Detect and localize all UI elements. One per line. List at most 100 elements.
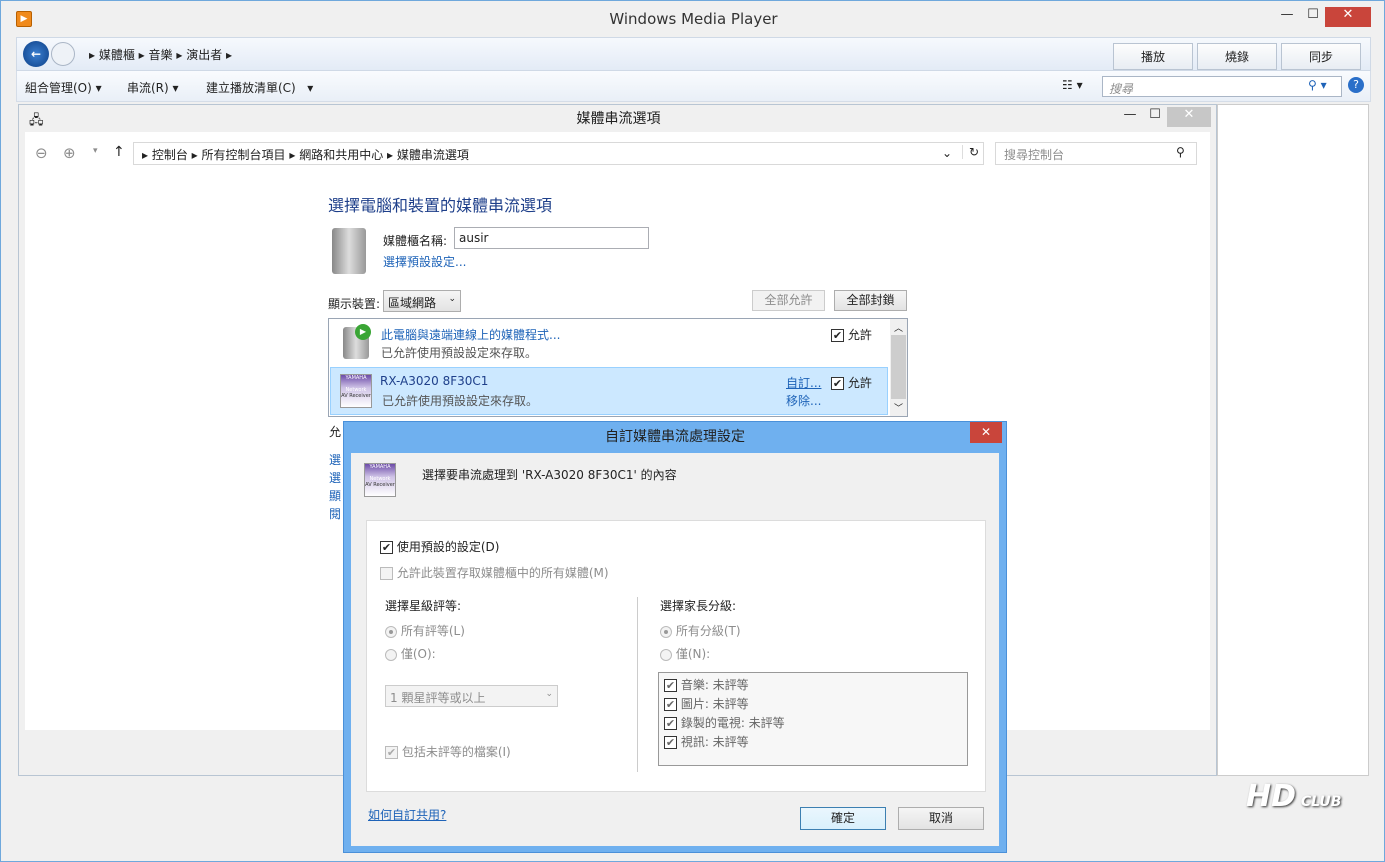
allow-all-button[interactable]: 全部允許 <box>752 290 825 311</box>
allow-all-media-checkbox[interactable]: 允許此裝置存取媒體櫃中的所有媒體(M) <box>380 564 609 581</box>
show-devices-select[interactable]: 區域網路 ⌄ <box>383 290 461 312</box>
parental-item-checkbox[interactable]: ✔ 錄製的電視: 未評等 <box>664 714 785 731</box>
cp-maximize-button[interactable]: ☐ <box>1141 107 1169 127</box>
maximize-button[interactable]: ☐ <box>1299 7 1327 27</box>
search-placeholder: 搜尋 <box>1109 82 1134 96</box>
star-rating-select[interactable]: 1 顆星評等或以上 ⌄ <box>385 685 558 707</box>
allow-label: 允許 <box>847 328 872 342</box>
cp-search-placeholder: 搜尋控制台 <box>1004 148 1065 162</box>
include-unrated-checkbox[interactable]: ✔ 包括未評等的檔案(I) <box>385 743 511 760</box>
partial-text: 允 <box>329 425 342 439</box>
address-item[interactable]: 控制台 <box>152 148 188 162</box>
star-select-value: 1 顆星評等或以上 <box>390 691 486 705</box>
refresh-icon[interactable]: ↻ <box>962 145 979 159</box>
choose-defaults-link[interactable]: 選擇預設設定... <box>383 253 466 270</box>
address-bar[interactable]: ▸ 控制台 ▸ 所有控制台項目 ▸ 網路和共用中心 ▸ 媒體串流選項 ⌄ ↻ <box>133 142 984 165</box>
hdclub-watermark: HD CLUB <box>1246 779 1342 814</box>
address-item[interactable]: 網路和共用中心 <box>299 148 383 162</box>
cp-minimize-button[interactable]: — <box>1116 107 1144 127</box>
media-server-icon <box>332 228 366 274</box>
breadcrumb: ▸ 媒體櫃 ▸ 音樂 ▸ 演出者 ▸ <box>89 48 233 62</box>
address-crumbs: ▸ 控制台 ▸ 所有控制台項目 ▸ 網路和共用中心 ▸ 媒體串流選項 <box>142 148 469 162</box>
organize-label: 組合管理(O) <box>25 81 92 95</box>
star-all-label: 所有評等(L) <box>400 624 465 638</box>
customize-link[interactable]: 自訂... <box>786 374 821 391</box>
search-input[interactable]: 搜尋 ⚲ ▾ <box>1102 76 1342 97</box>
show-devices-value: 區域網路 <box>388 296 437 310</box>
breadcrumb-item[interactable]: 媒體櫃 <box>99 48 135 62</box>
address-item[interactable]: 所有控制台項目 <box>202 148 286 162</box>
include-unrated-label: 包括未評等的檔案(I) <box>401 745 511 759</box>
minimize-button[interactable]: — <box>1273 7 1301 27</box>
allow-checkbox[interactable]: ✔ 允許 <box>831 326 872 343</box>
cp-search-input[interactable]: 搜尋控制台 ⚲ <box>995 142 1197 165</box>
partial-link[interactable]: 閱 <box>329 505 341 522</box>
allow-checkbox[interactable]: ✔ 允許 <box>831 374 872 391</box>
use-defaults-label: 使用預設的設定(D) <box>396 540 500 554</box>
partial-link[interactable]: 選 <box>329 451 341 468</box>
forward-button[interactable] <box>51 42 75 66</box>
yamaha-receiver-icon: YAMAHA Network AV Receiver <box>340 374 372 408</box>
stream-label: 串流(R) <box>127 81 169 95</box>
stream-menu[interactable]: 串流(R) ▾ <box>127 79 179 96</box>
yamaha-receiver-icon: YAMAHA Network AV Receiver <box>364 463 396 497</box>
parental-only-label: 僅(N): <box>675 647 711 661</box>
address-item[interactable]: 媒體串流選項 <box>397 148 469 162</box>
tab-burn[interactable]: 燒錄 <box>1197 43 1277 70</box>
parental-list: ✔ 音樂: 未評等 ✔ 圖片: 未評等 ✔ 錄製的電視: 未評等 ✔ 視訊: 未… <box>658 672 968 766</box>
search-icon[interactable]: ⚲ ▾ <box>1308 78 1327 92</box>
back-button[interactable]: ← <box>23 41 49 67</box>
up-button[interactable]: ↑ <box>113 144 125 160</box>
close-button[interactable]: ✕ <box>1325 7 1371 27</box>
partial-link[interactable]: 選 <box>329 469 341 486</box>
parental-item-checkbox[interactable]: ✔ 音樂: 未評等 <box>664 676 749 693</box>
help-link[interactable]: 如何自訂共用? <box>368 806 446 823</box>
parental-item-checkbox[interactable]: ✔ 圖片: 未評等 <box>664 695 749 712</box>
help-icon[interactable]: ? <box>1348 77 1364 93</box>
use-defaults-checkbox[interactable]: ✔ 使用預設的設定(D) <box>380 538 499 555</box>
create-playlist-menu[interactable]: 建立播放清單(C) ▾ <box>206 79 313 96</box>
show-devices-label: 顯示裝置: <box>328 297 381 311</box>
dialog-body: YAMAHA Network AV Receiver 選擇要串流處理到 'RX-A3… <box>351 453 999 846</box>
window-title: Windows Media Player <box>609 10 778 28</box>
ok-button[interactable]: 確定 <box>800 807 886 830</box>
parental-item-label: 圖片: 未評等 <box>680 697 749 711</box>
parental-item-checkbox[interactable]: ✔ 視訊: 未評等 <box>664 733 749 750</box>
toolbar: 組合管理(O) ▾ 串流(R) ▾ 建立播放清單(C) ▾ ☷ ▾ 搜尋 ⚲ ▾… <box>16 71 1371 102</box>
dialog-subtitle: 選擇要串流處理到 'RX-A3020 8F30C1' 的內容 <box>422 468 677 482</box>
device-name[interactable]: 此電腦與遠端連線上的媒體程式... <box>381 326 560 343</box>
parental-all-radio[interactable]: 所有分級(T) <box>660 622 741 639</box>
breadcrumb-item[interactable]: 音樂 <box>149 48 173 62</box>
device-list-scrollbar[interactable]: ︿ ﹀ <box>890 319 907 416</box>
device-name[interactable]: RX-A3020 8F30C1 <box>380 374 488 388</box>
cp-close-button[interactable]: ✕ <box>1167 107 1211 127</box>
address-dropdown-icon[interactable]: ⌄ <box>942 146 952 160</box>
cp-title: 媒體串流選項 <box>576 111 661 127</box>
parental-heading: 選擇家長分級: <box>660 599 737 613</box>
parental-only-radio[interactable]: 僅(N): <box>660 645 710 662</box>
device-row-selected[interactable]: YAMAHA Network AV Receiver RX-A3020 8F30C1… <box>330 367 888 415</box>
remove-link[interactable]: 移除... <box>786 392 821 409</box>
breadcrumb-item[interactable]: 演出者 <box>186 48 222 62</box>
allow-all-media-label: 允許此裝置存取媒體櫃中的所有媒體(M) <box>396 566 609 580</box>
block-all-button[interactable]: 全部封鎖 <box>834 290 907 311</box>
organize-menu[interactable]: 組合管理(O) ▾ <box>25 79 102 96</box>
scrollbar-thumb[interactable] <box>891 335 906 399</box>
cp-back-button[interactable]: ⊖ <box>35 144 48 162</box>
search-icon[interactable]: ⚲ <box>1176 145 1185 159</box>
tab-sync[interactable]: 同步 <box>1281 43 1361 70</box>
settings-group: ✔ 使用預設的設定(D) 允許此裝置存取媒體櫃中的所有媒體(M) 選擇星級評等:… <box>366 520 986 792</box>
recent-dropdown[interactable]: ▾ <box>93 146 98 156</box>
dialog-close-button[interactable]: ✕ <box>970 422 1002 443</box>
library-name-input[interactable]: ausir <box>454 227 649 249</box>
device-status: 已允許使用預設設定來存取。 <box>381 346 538 360</box>
partial-link[interactable]: 顯 <box>329 487 341 504</box>
cancel-button[interactable]: 取消 <box>898 807 984 830</box>
tab-play[interactable]: 播放 <box>1113 43 1193 70</box>
device-row[interactable]: ▶ 此電腦與遠端連線上的媒體程式... 已允許使用預設設定來存取。 ✔ 允許 <box>329 319 889 367</box>
cp-forward-button[interactable]: ⊕ <box>63 144 76 162</box>
star-only-radio[interactable]: 僅(O): <box>385 645 436 662</box>
star-all-radio[interactable]: 所有評等(L) <box>385 622 465 639</box>
view-options-icon[interactable]: ☷ ▾ <box>1062 78 1083 92</box>
star-rating-heading: 選擇星級評等: <box>385 599 462 613</box>
